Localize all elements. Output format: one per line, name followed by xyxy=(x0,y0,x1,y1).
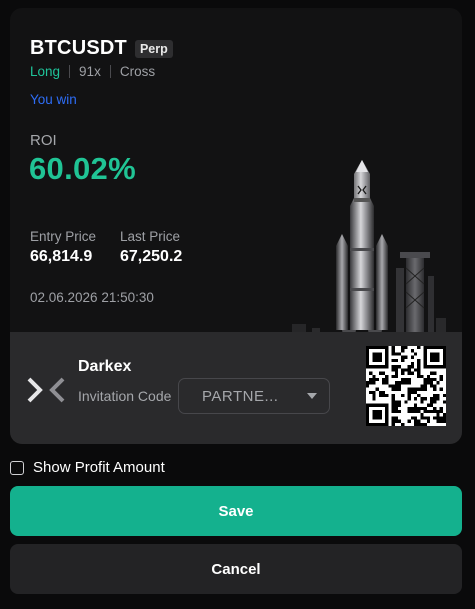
side-tag: Long xyxy=(30,64,61,79)
last-price-label: Last Price xyxy=(120,229,181,244)
timestamp: 02.06.2026 21:50:30 xyxy=(30,290,154,305)
save-button[interactable]: Save xyxy=(10,486,462,536)
last-price-block: Last Price 67,250.2 xyxy=(120,229,182,266)
entry-price-block: Entry Price 66,814.9 xyxy=(30,229,96,266)
margin-mode-tag: Cross xyxy=(119,64,156,79)
referral-footer: Darkex Invitation Code PARTNE... xyxy=(10,332,462,444)
cancel-button[interactable]: Cancel xyxy=(10,544,462,594)
pair-header: BTCUSDT Perp xyxy=(30,37,173,60)
roi-label: ROI xyxy=(30,132,57,149)
checkbox-icon[interactable] xyxy=(10,460,24,475)
share-card: BTCUSDT Perp Long 91x Cross You win ROI … xyxy=(10,8,462,444)
invitation-code-select[interactable]: PARTNE... xyxy=(178,378,330,414)
show-profit-toggle[interactable]: Show Profit Amount xyxy=(10,459,165,476)
brand-name: Darkex xyxy=(78,358,132,375)
roi-value: 60.02% xyxy=(29,151,136,186)
qr-code xyxy=(366,346,446,426)
position-tags: Long 91x Cross xyxy=(30,64,155,79)
invitation-code-value: PARTNE... xyxy=(202,387,279,405)
leverage-tag: 91x xyxy=(79,64,101,79)
chevron-down-icon xyxy=(307,393,317,399)
show-profit-label: Show Profit Amount xyxy=(33,459,165,476)
pair-symbol: BTCUSDT xyxy=(30,37,127,59)
tag-divider xyxy=(69,65,71,78)
tag-divider xyxy=(109,65,111,78)
darkex-logo-icon xyxy=(27,377,65,403)
invitation-code-label: Invitation Code xyxy=(78,388,172,404)
rocket-illustration xyxy=(292,160,446,340)
result-text: You win xyxy=(30,92,77,107)
last-price-value: 67,250.2 xyxy=(120,248,183,265)
contract-type-badge: Perp xyxy=(134,39,173,58)
entry-price-value: 66,814.9 xyxy=(30,248,93,265)
entry-price-label: Entry Price xyxy=(30,229,97,244)
